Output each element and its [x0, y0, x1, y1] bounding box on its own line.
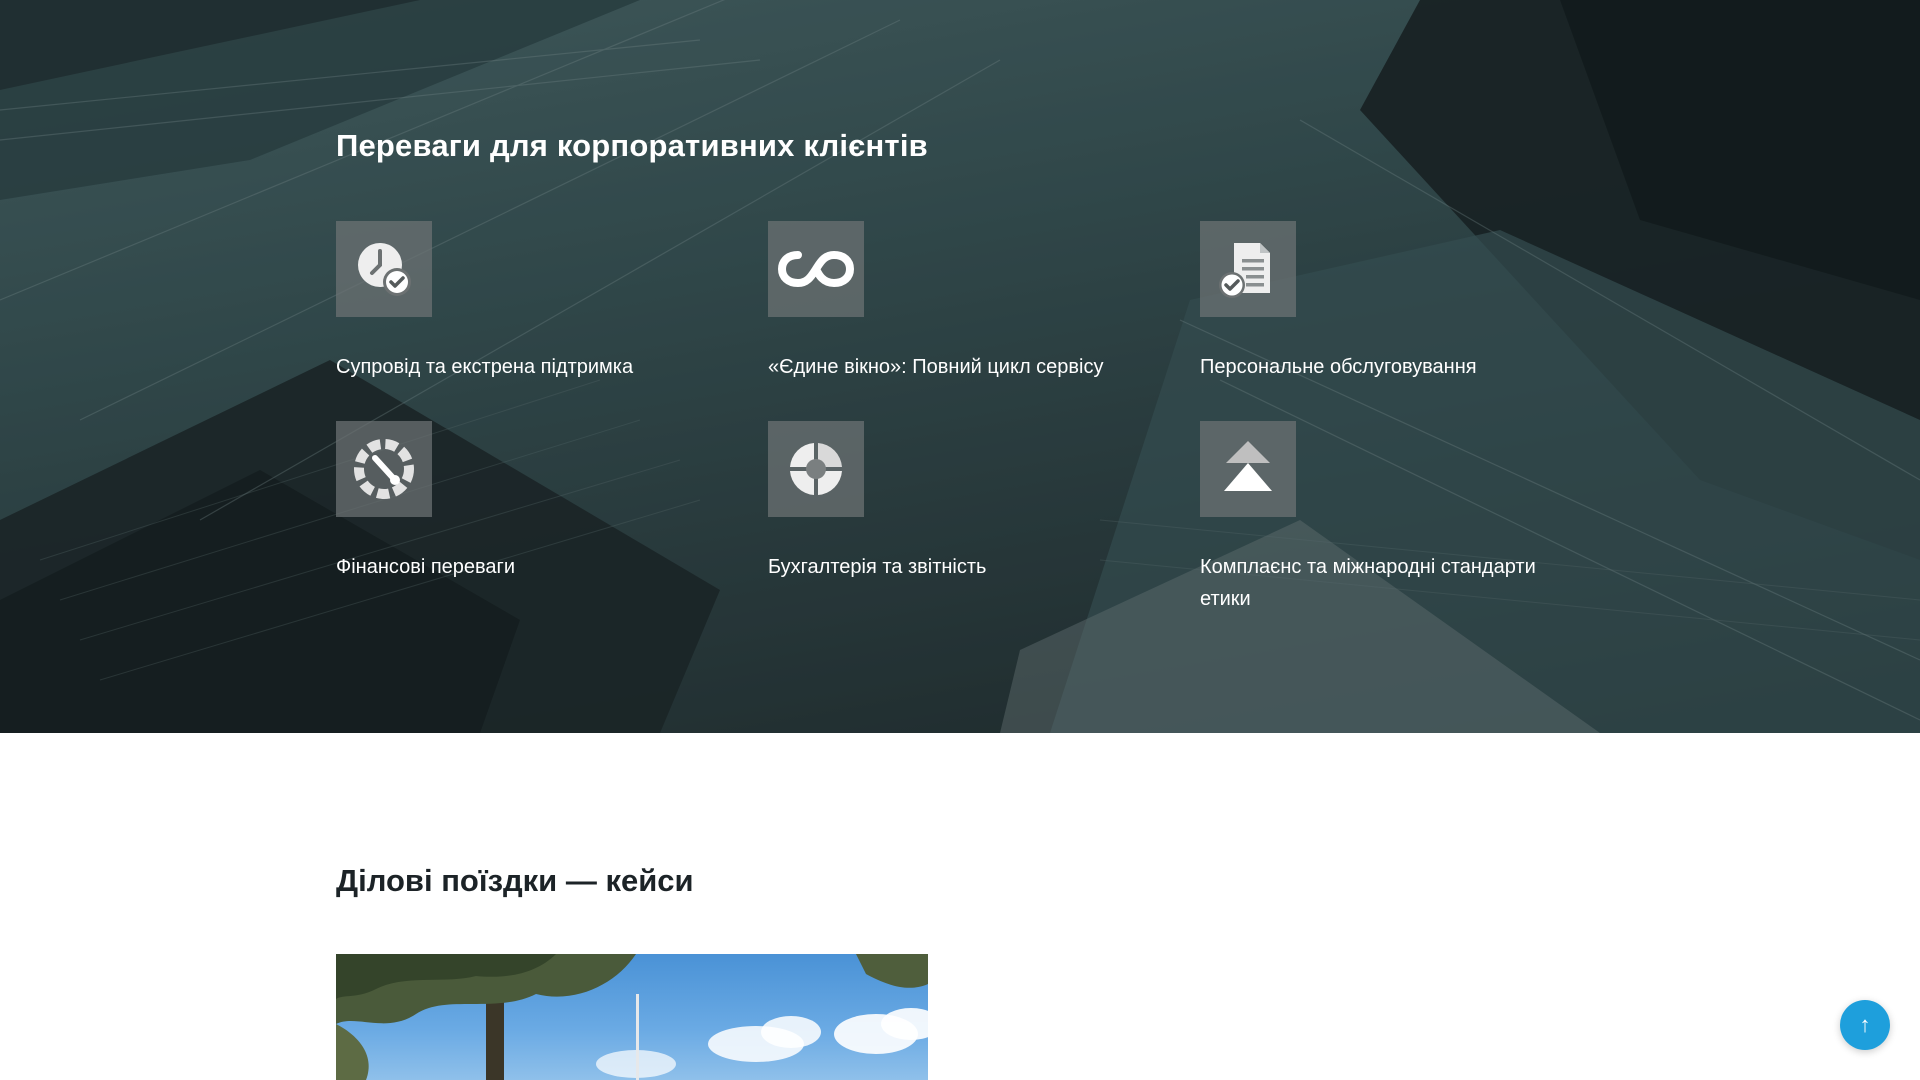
arrow-up-icon: ↑ [1859, 1012, 1871, 1037]
benefit-icon-box [336, 421, 432, 517]
benefit-label: Персональне обслуговування [1200, 356, 1477, 378]
benefit-item-accounting: Бухгалтерія та звітність [768, 421, 1168, 583]
benefit-icon-box [768, 421, 864, 517]
benefits-title: Переваги для корпоративних клієнтів [336, 128, 928, 163]
benefit-label: Фінансові переваги [336, 556, 516, 578]
benefit-icon-box [336, 221, 432, 317]
benefit-icon-box [768, 221, 864, 317]
benefit-item-personal-service: Персональне обслуговування [1200, 221, 1600, 383]
benefit-icon-box [1200, 421, 1296, 517]
benefit-item-support: Супровід та екстрена підтримка [336, 221, 736, 383]
scroll-to-top-button[interactable]: ↑ [1840, 1000, 1890, 1050]
benefit-icon-box [1200, 221, 1296, 317]
clock-check-icon [358, 243, 411, 296]
benefit-item-single-window: «Єдине вікно»: Повний цикл сервісу [768, 221, 1168, 383]
benefits-section: Переваги для корпоративних клієнтів Супр… [0, 0, 1920, 733]
cases-title: Ділові поїздки — кейси [336, 863, 694, 898]
double-chevron-up-icon [1224, 441, 1272, 491]
benefit-label: Бухгалтерія та звітність [768, 556, 987, 578]
case-card-image[interactable] [336, 954, 928, 1080]
benefit-item-compliance: Комплаєнс та міжнародні стандарти етики [1200, 421, 1600, 615]
infinity-icon [778, 250, 854, 288]
gauge-icon [354, 439, 414, 499]
benefit-label: Супровід та екстрена підтримка [336, 356, 634, 378]
benefit-item-financial: Фінансові переваги [336, 421, 736, 583]
document-check-icon [1219, 243, 1270, 298]
pie-chart-icon [790, 443, 842, 495]
case-photo [336, 954, 928, 1080]
benefit-label: Комплаєнс та міжнародні стандарти етики [1200, 556, 1536, 610]
benefit-label: «Єдине вікно»: Повний цикл сервісу [768, 356, 1104, 378]
